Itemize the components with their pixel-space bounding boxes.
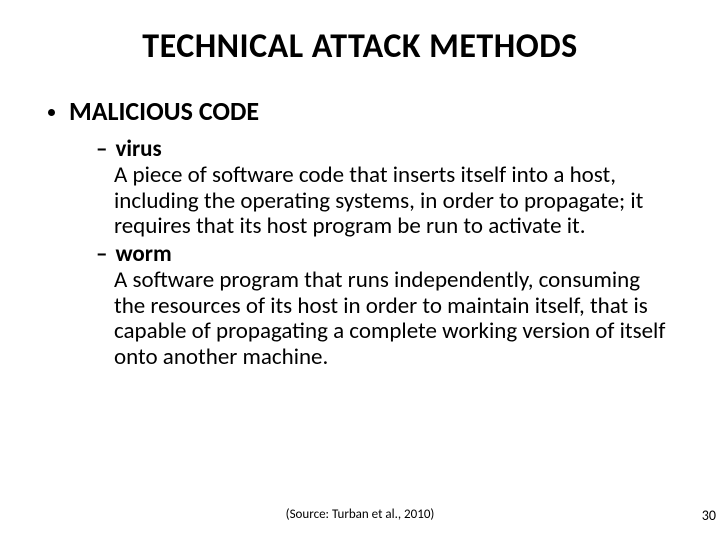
dash-icon: – <box>96 242 107 268</box>
slide-title: TECHNICAL ATTACK METHODS <box>40 26 680 67</box>
level2-definition: A software program that runs independent… <box>114 268 670 371</box>
level1-item: MALICIOUS CODE <box>48 95 680 127</box>
page-number: 30 <box>702 507 716 524</box>
level2-term: virus <box>115 137 161 163</box>
source-citation: (Source: Turban et al., 2010) <box>0 507 720 522</box>
level2-term-row: – virus <box>96 137 670 163</box>
level2-definition: A piece of software code that inserts it… <box>114 163 670 240</box>
level1-heading: MALICIOUS CODE <box>69 95 259 127</box>
level2-term: worm <box>115 242 171 268</box>
level2-item: – virus A piece of software code that in… <box>96 137 670 240</box>
dash-icon: – <box>96 137 107 163</box>
bullet-icon <box>48 109 55 116</box>
slide: TECHNICAL ATTACK METHODS MALICIOUS CODE … <box>0 0 720 540</box>
level2-item: – worm A software program that runs inde… <box>96 242 670 371</box>
level2-term-row: – worm <box>96 242 670 268</box>
level2-list: – virus A piece of software code that in… <box>96 137 680 371</box>
